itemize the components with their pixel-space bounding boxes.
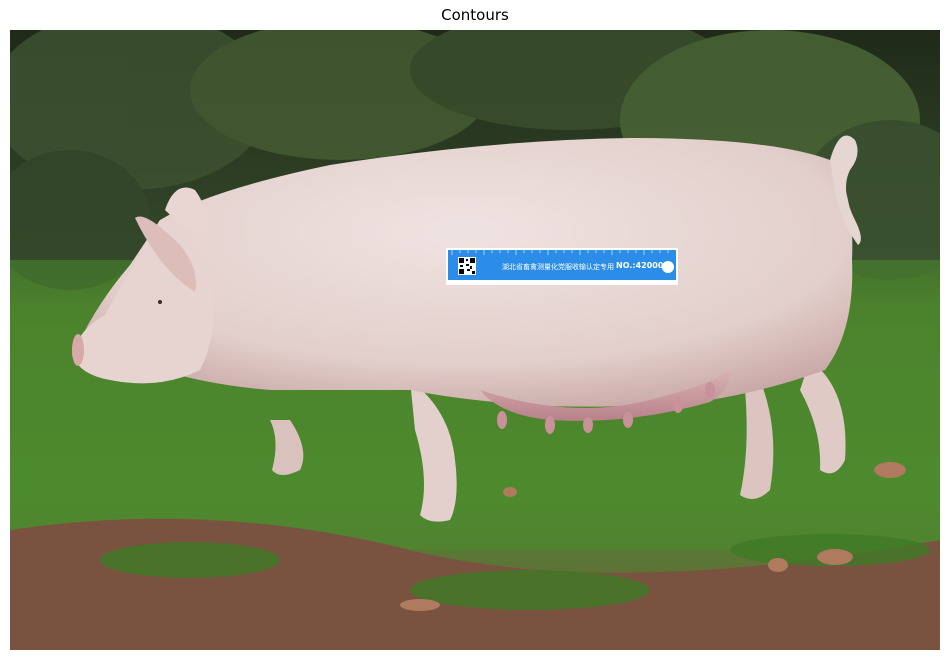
ruler-serial: NO.:420001 xyxy=(616,261,669,270)
ruler-caption: 湖北省畜禽测量化党服收输认定专用 xyxy=(502,263,614,271)
pig-photo xyxy=(10,30,940,650)
ruler-band: 湖北省畜禽测量化党服收输认定专用 NO.:420001 xyxy=(448,250,676,280)
figure-title: Contours xyxy=(441,6,509,24)
ruler-ticks xyxy=(451,250,669,255)
measuring-ruler: 湖北省畜禽测量化党服收输认定专用 NO.:420001 xyxy=(446,248,678,285)
qr-code-icon xyxy=(458,257,476,275)
ruler-hole-icon xyxy=(662,261,674,273)
photo-scene xyxy=(10,30,940,650)
